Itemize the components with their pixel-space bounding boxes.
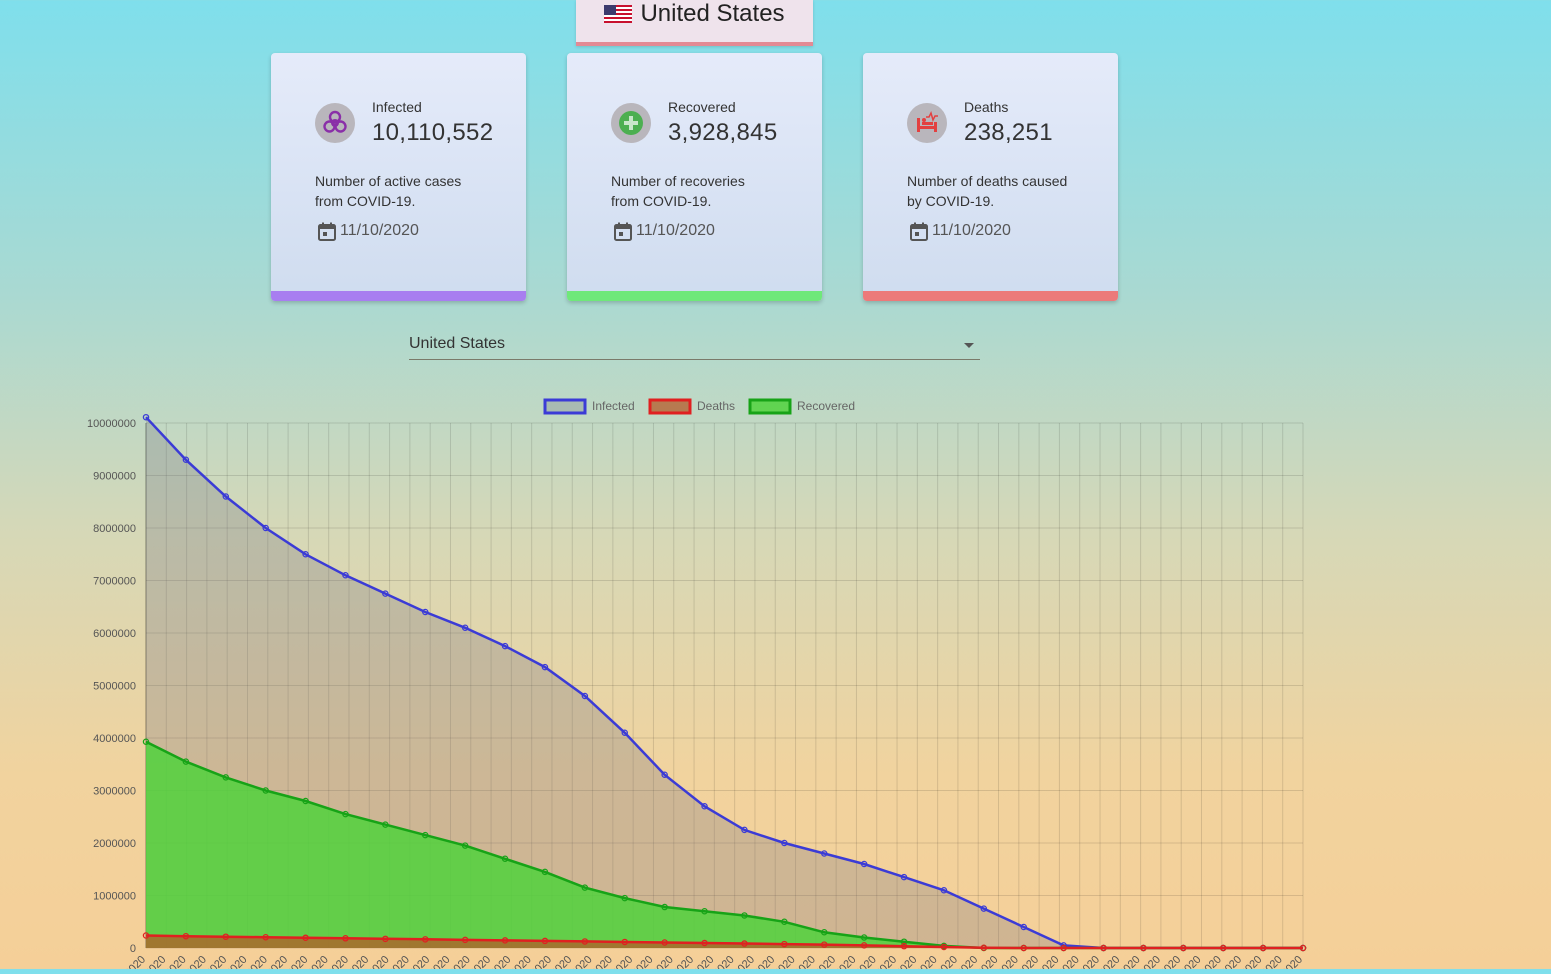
chart-svg: 1000000090000008000000700000060000005000… [87,398,1307,974]
deaths-card: Deaths 238,251 Number of deaths caused b… [863,53,1118,301]
infected-accent-bar [271,291,526,301]
medical-cross-icon [611,103,651,143]
recovered-date: 11/10/2020 [613,221,715,241]
hospital-bed-icon [907,103,947,143]
country-title: United States [640,0,785,27]
deaths-label: Deaths [964,99,1009,115]
y-tick-label: 7000000 [93,576,136,588]
legend-label-recovered: Recovered [797,399,855,413]
y-tick-label: 9000000 [93,471,136,483]
y-tick-label: 2000000 [93,838,136,850]
calendar-icon [614,222,632,241]
legend-swatch-recovered [748,398,792,415]
recovered-description: Number of recoveries from COVID-19. [611,173,745,209]
country-select-value: United States [409,335,506,352]
y-tick-label: 6000000 [93,628,136,640]
deaths-description: Number of deaths caused by COVID-19. [907,173,1068,209]
recovered-value: 3,928,845 [668,119,778,146]
y-tick-label: 1000000 [93,891,136,903]
infected-value: 10,110,552 [372,119,494,146]
infected-description: Number of active cases from COVID-19. [315,173,462,209]
deaths-accent-bar [863,291,1118,301]
recovered-accent-bar [567,291,822,301]
recovered-label: Recovered [668,99,736,115]
y-tick-label: 3000000 [93,786,136,798]
deaths-date: 11/10/2020 [909,221,1011,241]
y-tick-label: 0 [130,943,136,955]
legend-swatch-infected [543,398,587,415]
covid-chart: 10000000 9000000 8000000 7000000 6000000 5000… [0,390,1551,974]
calendar-icon [318,222,336,241]
deaths-value: 238,251 [964,119,1053,146]
infected-label: Infected [372,99,422,115]
y-tick-label: 10000000 [87,418,136,430]
x-tick-label: 2020 [122,954,148,969]
legend-label-deaths: Deaths [697,399,735,413]
y-tick-label: 4000000 [93,733,136,745]
us-flag-icon [604,5,633,23]
calendar-icon [910,222,928,241]
y-tick-label: 5000000 [93,681,136,693]
country-select[interactable]: United States [409,333,980,360]
y-tick-label: 8000000 [93,523,136,535]
country-header: United States [576,0,813,46]
legend-swatch-deaths [648,398,692,415]
recovered-card: Recovered 3,928,845 Number of recoveries… [567,53,822,301]
infected-date: 11/10/2020 [317,221,419,241]
biohazard-icon [315,103,355,143]
infected-card: Infected 10,110,552 Number of active cas… [271,53,526,301]
legend-label-infected: Infected [592,399,635,413]
chevron-down-icon[interactable] [964,343,974,348]
